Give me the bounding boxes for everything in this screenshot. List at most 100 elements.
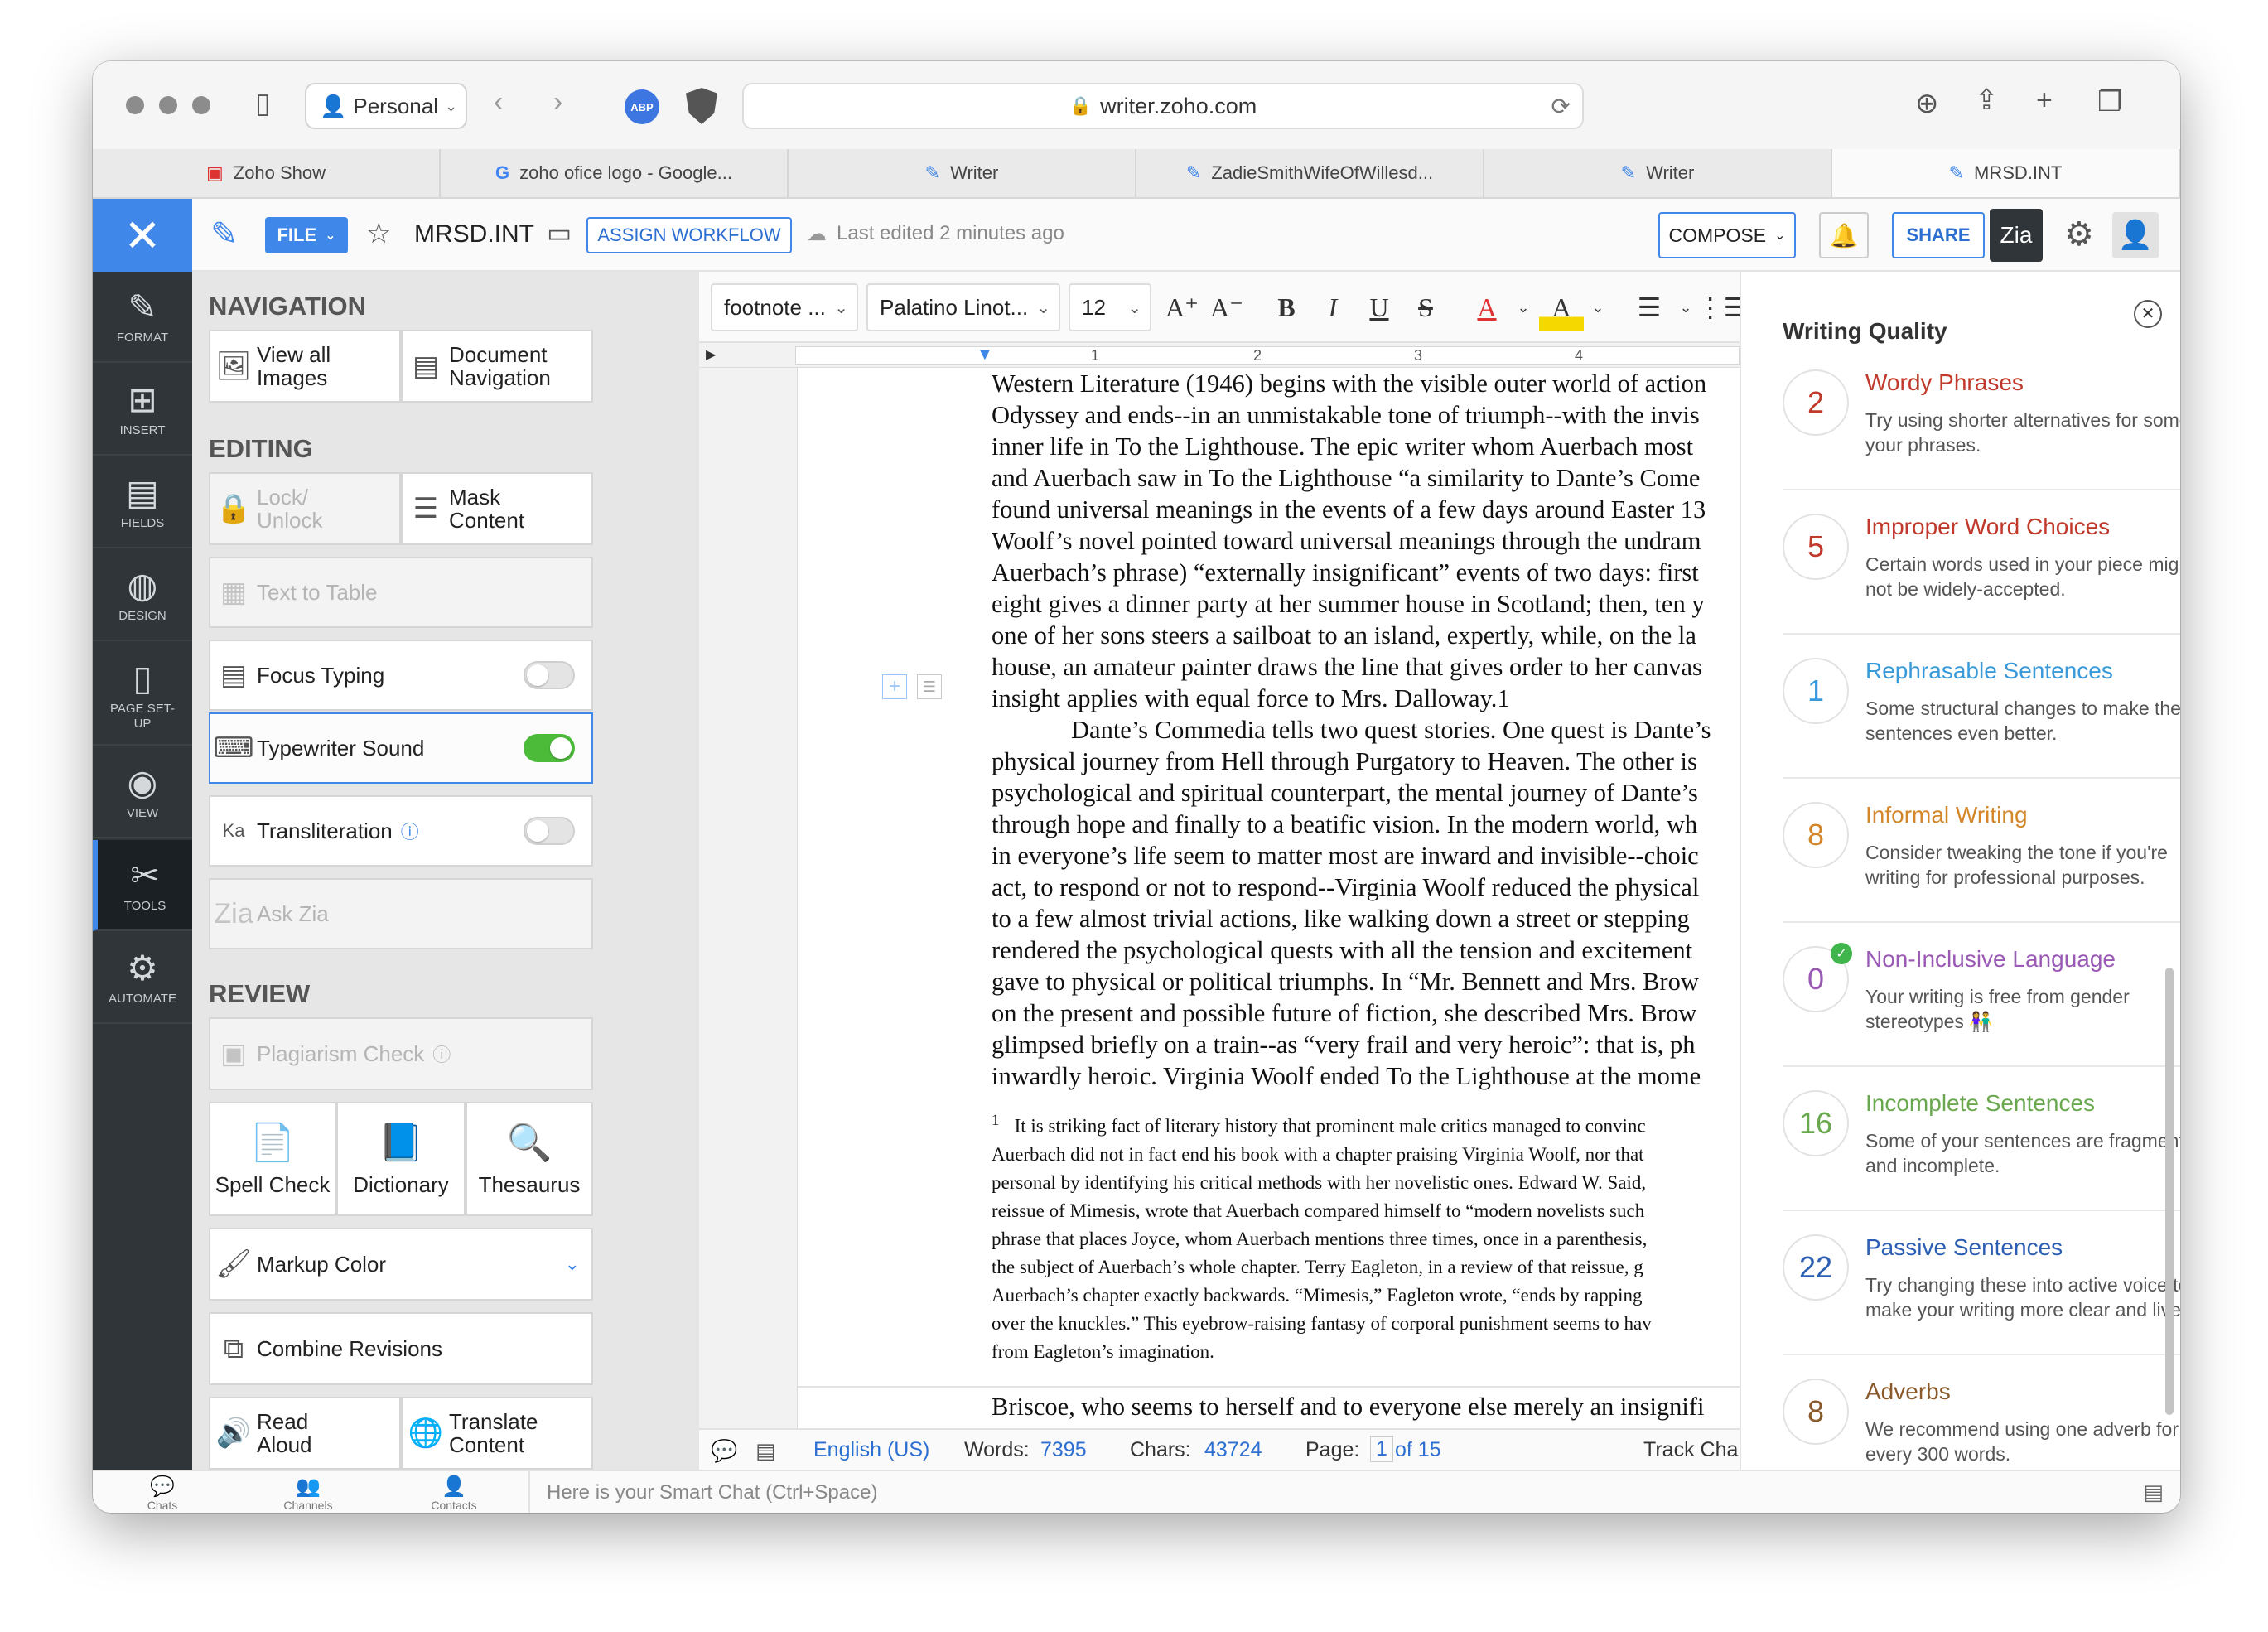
zia-icon[interactable]: Zia (1990, 209, 2043, 262)
ruler-left-marker-icon[interactable]: ▶ (706, 346, 716, 363)
writing-quality-item[interactable]: 5 Improper Word Choices Certain words used… (1783, 499, 2180, 635)
tab-writer-1[interactable]: ✎ Writer (789, 149, 1136, 197)
issue-name[interactable]: Adverbs (1865, 1379, 1951, 1405)
language-selector[interactable]: English (US) (813, 1438, 929, 1462)
chat-window-icon[interactable]: ▤ (2143, 1480, 2164, 1505)
settings-gear-icon[interactable]: ⚙ (2064, 215, 2094, 253)
focus-typing-row[interactable]: ▤ Focus Typing (209, 640, 593, 711)
share-button[interactable]: SHARE (1892, 212, 1985, 258)
tab-overview-icon[interactable]: ❐ (2097, 88, 2122, 116)
decrease-font-icon[interactable]: A⁻ (1204, 283, 1249, 331)
typewriter-sound-toggle[interactable] (524, 734, 575, 762)
block-menu-icon[interactable]: ☰ (917, 674, 942, 699)
writing-quality-item[interactable]: 0 ✓ Non-Inclusive Language Your writing is … (1783, 931, 2180, 1067)
read-aloud-button[interactable]: 🔊 Read Aloud (209, 1397, 401, 1470)
star-icon[interactable]: ☆ (366, 217, 391, 250)
zoom-window-button[interactable] (192, 96, 210, 114)
issue-name[interactable]: Rephrasable Sentences (1865, 658, 2113, 684)
writing-quality-item[interactable]: 16 Incomplete Sentences Some of your sente… (1783, 1075, 2180, 1211)
new-tab-icon[interactable]: + (2036, 86, 2053, 114)
sidebar-toggle-icon[interactable]: ▯ (255, 89, 271, 118)
rail-automate[interactable]: ⚙ AUTOMATE (93, 933, 192, 1024)
writing-quality-item[interactable]: 2 Wordy Phrases Try using shorter alternat… (1783, 355, 2180, 490)
underline-icon[interactable]: U (1357, 283, 1402, 331)
thesaurus-button[interactable]: 🔍 Thesaurus (466, 1102, 593, 1216)
issue-name[interactable]: Informal Writing (1865, 802, 2028, 828)
ask-zia-button[interactable]: Zia Ask Zia (209, 878, 593, 949)
typewriter-sound-row[interactable]: ⌨ Typewriter Sound (209, 712, 593, 784)
font-size-dropdown[interactable]: 12 ⌄ (1069, 283, 1151, 331)
rail-tools[interactable]: ✂ TOOLS (93, 840, 192, 931)
rail-insert[interactable]: ⊞ INSERT (93, 365, 192, 456)
close-editor-button[interactable]: ✕ (93, 199, 192, 272)
scrollbar[interactable] (2165, 968, 2174, 1415)
issue-name[interactable]: Passive Sentences (1865, 1234, 2063, 1261)
indent-marker-icon[interactable]: ▼ (977, 345, 993, 365)
writing-quality-item[interactable]: 1 Rephrasable Sentences Some structural ch… (1783, 643, 2180, 779)
plagiarism-check-button[interactable]: ▣ Plagiarism Check ⓘ (209, 1017, 593, 1090)
page-number-input[interactable]: 1 (1370, 1436, 1393, 1462)
address-bar[interactable]: 🔒 writer.zoho.com ⟳ (742, 83, 1584, 129)
info-icon[interactable]: ⓘ (401, 818, 419, 844)
reload-icon[interactable]: ⟳ (1551, 93, 1571, 120)
markup-color-button[interactable]: 🖌 Markup Color ⌄ (209, 1228, 593, 1301)
close-window-button[interactable] (126, 96, 144, 114)
compose-button[interactable]: COMPOSE ⌄ (1658, 212, 1796, 258)
writing-quality-item[interactable]: 8 Informal Writing Consider tweaking the t… (1783, 787, 2180, 923)
issue-name[interactable]: Incomplete Sentences (1865, 1090, 2095, 1117)
combine-revisions-button[interactable]: ⧉ Combine Revisions (209, 1312, 593, 1385)
transliteration-row[interactable]: Ka Transliteration ⓘ (209, 795, 593, 867)
close-icon[interactable]: ✕ (2134, 300, 2162, 328)
strikethrough-icon[interactable]: S (1403, 283, 1448, 331)
notification-bell-icon[interactable]: 🔔 (1819, 212, 1869, 258)
tab-mrsd[interactable]: ✎ MRSD.INT (1832, 149, 2180, 197)
text-to-table-button[interactable]: ▦ Text to Table (209, 557, 593, 628)
chevron-down-icon[interactable]: ⌄ (1576, 283, 1620, 331)
assign-workflow-button[interactable]: ASSIGN WORKFLOW (586, 217, 792, 253)
tab-zadie-smith[interactable]: ✎ ZadieSmithWifeOfWillesd... (1136, 149, 1484, 197)
bold-icon[interactable]: B (1264, 283, 1309, 331)
forward-icon[interactable]: › (553, 88, 562, 116)
document-alert-icon[interactable]: ▤ (755, 1438, 776, 1464)
style-dropdown[interactable]: footnote ... ⌄ (711, 283, 858, 331)
writing-quality-item[interactable]: 22 Passive Sentences Try changing these in… (1783, 1219, 2180, 1355)
increase-font-icon[interactable]: A⁺ (1160, 283, 1204, 331)
profile-selector[interactable]: 👤 Personal ⌄ (305, 83, 467, 129)
comment-icon[interactable]: 💬 (711, 1438, 737, 1464)
mask-content-button[interactable]: ☰ Mask Content (401, 472, 593, 545)
track-changes-button[interactable]: Track Cha (1643, 1438, 1738, 1462)
rail-fields[interactable]: ▤ FIELDS (93, 457, 192, 548)
transliteration-toggle[interactable] (524, 817, 575, 845)
user-avatar[interactable]: 👤 (2112, 212, 2159, 258)
add-block-icon[interactable]: + (882, 674, 907, 699)
font-dropdown[interactable]: Palatino Linot... ⌄ (866, 283, 1060, 331)
rail-page-setup[interactable]: ▯ PAGE SET-UP (93, 643, 192, 746)
info-icon[interactable]: ⓘ (432, 1041, 451, 1067)
document-navigation-button[interactable]: ▤ Document Navigation (401, 330, 593, 403)
issue-name[interactable]: Improper Word Choices (1865, 514, 2110, 540)
translate-content-button[interactable]: 🌐 Translate Content (401, 1397, 593, 1470)
smart-chat-input[interactable]: Here is your Smart Chat (Ctrl+Space) (528, 1471, 2102, 1513)
tab-writer-2[interactable]: ✎ Writer (1484, 149, 1832, 197)
rail-view[interactable]: ◉ VIEW (93, 747, 192, 838)
italic-icon[interactable]: I (1310, 283, 1355, 331)
contacts-button[interactable]: 👤 Contacts (404, 1475, 504, 1512)
folder-icon[interactable]: ▭ (547, 217, 572, 249)
rail-design[interactable]: ◍ DESIGN (93, 550, 192, 641)
document-page[interactable]: + ☰ Western Literature (1946) begins wit… (797, 368, 1740, 1428)
share-icon[interactable]: ⇪ (1975, 86, 1999, 114)
document-body[interactable]: Western Literature (1946) begins with th… (798, 368, 1740, 1422)
adblock-icon[interactable]: ABP (625, 89, 659, 124)
tab-zoho-show[interactable]: ▣ Zoho Show (93, 149, 441, 197)
tab-google-search[interactable]: Gzoho ofice logo - Google... (441, 149, 789, 197)
back-icon[interactable]: ‹ (494, 88, 503, 116)
channels-button[interactable]: 👥 Channels (258, 1475, 358, 1512)
document-title[interactable]: MRSD.INT (414, 220, 534, 249)
minimize-window-button[interactable] (159, 96, 177, 114)
focus-typing-toggle[interactable] (524, 661, 575, 689)
download-icon[interactable]: ⊕ (1915, 89, 1939, 118)
shield-icon[interactable] (686, 88, 717, 124)
dictionary-button[interactable]: 📘 Dictionary (336, 1102, 466, 1216)
spell-check-button[interactable]: 📄 Spell Check (209, 1102, 336, 1216)
lock-unlock-button[interactable]: 🔒 Lock/ Unlock (209, 472, 401, 545)
